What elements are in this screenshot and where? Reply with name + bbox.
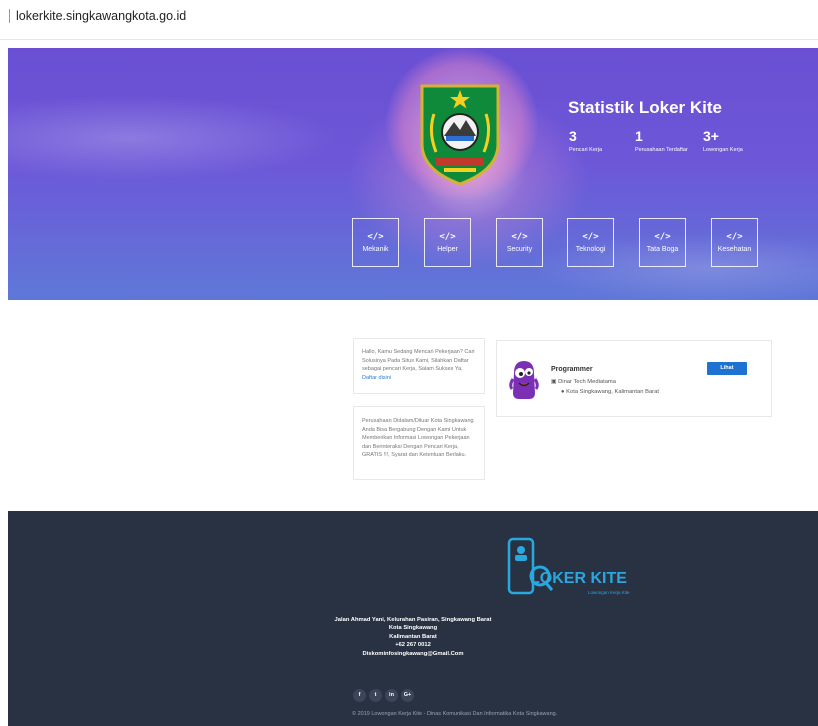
twitter-icon[interactable]: t [369, 689, 382, 702]
code-icon: </> [582, 232, 599, 242]
category-label: Tata Boga [646, 246, 679, 253]
category-label: Security [506, 246, 533, 253]
category-label: Mekanik [362, 246, 389, 253]
job-title[interactable]: Programmer [551, 366, 593, 373]
stat-label: Pencari Kerja [569, 147, 603, 153]
logo-tagline: Lowongan Kerja Kite [588, 590, 630, 595]
category-kesehatan[interactable]: </> Kesehatan [711, 218, 758, 267]
job-location: ● Kota Singkawang, Kalimantan Barat [561, 389, 659, 395]
code-icon: </> [654, 232, 671, 242]
category-teknologi[interactable]: </> Teknologi [567, 218, 614, 267]
browser-address-bar[interactable]: lokerkite.singkawangkota.go.id [0, 0, 818, 40]
logo-text: LOKER KITE [530, 570, 627, 587]
intro-card: Hallo, Kamu Sedang Mencari Pekerjaan? Ca… [353, 338, 485, 394]
email-address: Diskominfosingkawang@Gmail.Com [362, 650, 464, 657]
stat-job-seekers: 3 Pencari Kerja [569, 128, 602, 153]
monster-mascot-icon [509, 361, 539, 399]
address-line: Kota Singkawang [388, 625, 438, 632]
site-footer: LOKER KITE Lowongan Kerja Kite Jalan Ahm… [8, 511, 818, 726]
category-tata-boga[interactable]: </> Tata Boga [639, 218, 686, 267]
code-icon: </> [726, 232, 743, 242]
phone-number: +62 267 0012 [395, 642, 431, 649]
job-listing-card[interactable]: Programmer ▣ Dinar Tech Mediatama ● Kota… [496, 340, 772, 417]
category-helper[interactable]: </> Helper [424, 218, 471, 267]
linkedin-icon[interactable]: in [385, 689, 398, 702]
stat-label: Lowongan Kerja [703, 147, 743, 153]
stat-value: 1 [635, 128, 643, 144]
stats-title: Statistik Loker Kite [568, 98, 722, 117]
footer-address: Jalan Ahmad Yani, Kelurahan Pasiran, Sin… [8, 616, 818, 658]
stat-vacancies: 3+ Lowongan Kerja [703, 128, 743, 153]
view-job-button[interactable]: Lihat [707, 362, 747, 375]
category-label: Helper [437, 246, 458, 253]
address-line: Jalan Ahmad Yani, Kelurahan Pasiran, Sin… [334, 617, 492, 623]
singkawang-emblem-icon [420, 84, 500, 186]
category-security[interactable]: </> Security [496, 218, 543, 267]
company-info-text: Perusahaan Didalam/Diluar Kota Singkawan… [362, 418, 474, 458]
url-text[interactable]: lokerkite.singkawangkota.go.id [9, 9, 186, 23]
stat-companies: 1 Perusahaan Terdaftar [635, 128, 688, 153]
facebook-icon[interactable]: f [353, 689, 366, 702]
category-label: Kesehatan [717, 246, 752, 253]
loker-kite-logo: LOKER KITE Lowongan Kerja Kite [507, 537, 630, 595]
stat-label: Perusahaan Terdaftar [635, 147, 688, 153]
hero-banner: Statistik Loker Kite 3 Pencari Kerja 1 P… [8, 48, 818, 300]
code-icon: </> [511, 232, 528, 242]
category-mekanik[interactable]: </> Mekanik [352, 218, 399, 267]
register-link[interactable]: Daftar disini [362, 375, 391, 381]
job-company: ▣ Dinar Tech Mediatama [551, 379, 616, 385]
location-text: Kota Singkawang, Kalimantan Barat [566, 389, 659, 395]
code-icon: </> [439, 232, 456, 242]
google-plus-icon[interactable]: G+ [401, 689, 414, 702]
copyright-text: © 2019 Lowongan Kerja Kite - Dinas Komun… [352, 711, 558, 717]
code-icon: </> [367, 232, 384, 242]
stat-value: 3 [569, 128, 577, 144]
address-line: Kalimantan Barat [389, 633, 437, 640]
stat-value: 3+ [703, 128, 719, 144]
company-name: Dinar Tech Mediatama [558, 379, 616, 385]
intro-text: Hallo, Kamu Sedang Mencari Pekerjaan? Ca… [362, 349, 475, 372]
social-links: f t in G+ [353, 683, 417, 702]
company-info-card: Perusahaan Didalam/Diluar Kota Singkawan… [353, 406, 485, 480]
category-list: </> Mekanik </> Helper </> Security </> … [352, 218, 782, 268]
category-label: Teknologi [575, 246, 606, 253]
